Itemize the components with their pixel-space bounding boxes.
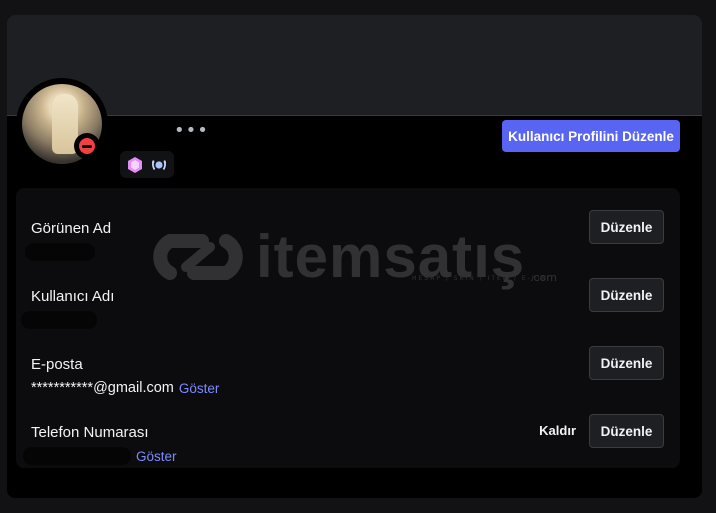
- email-value: ***********@gmail.com: [31, 380, 174, 396]
- field-label: Görünen Ad: [31, 220, 112, 237]
- field-phone: Telefon Numarası Göster: [23, 424, 177, 465]
- edit-username-button[interactable]: Düzenle: [589, 278, 664, 312]
- dnd-status-icon: [74, 133, 100, 159]
- redacted-value: [25, 243, 95, 261]
- field-value: [21, 311, 114, 329]
- edit-user-profile-button[interactable]: Kullanıcı Profilini Düzenle: [502, 120, 680, 152]
- field-value: [25, 243, 111, 261]
- hypesquad-icon[interactable]: [126, 156, 144, 174]
- profile-banner: [7, 15, 702, 116]
- field-value: Göster: [23, 447, 177, 465]
- field-username: Kullanıcı Adı: [21, 288, 115, 329]
- redacted-value: [23, 447, 131, 465]
- field-label: E-posta: [31, 356, 83, 373]
- redacted-value: [21, 311, 97, 329]
- badge-list: [120, 151, 174, 178]
- field-email: E-posta ***********@gmail.com Göster: [31, 356, 219, 397]
- field-label: Telefon Numarası: [31, 424, 149, 441]
- field-display-name: Görünen Ad: [25, 220, 112, 261]
- laurel-badge-icon[interactable]: [150, 156, 168, 174]
- show-phone-link[interactable]: Göster: [136, 449, 177, 464]
- edit-display-name-button[interactable]: Düzenle: [589, 210, 664, 244]
- account-info-panel: Görünen Ad Düzenle Kullanıcı Adı Düzenle…: [16, 188, 680, 468]
- field-label: Kullanıcı Adı: [31, 288, 115, 305]
- edit-email-button[interactable]: Düzenle: [589, 346, 664, 380]
- remove-phone-button[interactable]: Kaldır: [539, 414, 576, 446]
- show-email-link[interactable]: Göster: [179, 381, 220, 396]
- more-options-button[interactable]: •••: [174, 122, 209, 140]
- edit-phone-button[interactable]: Düzenle: [589, 414, 664, 448]
- field-value: ***********@gmail.com Göster: [31, 379, 219, 397]
